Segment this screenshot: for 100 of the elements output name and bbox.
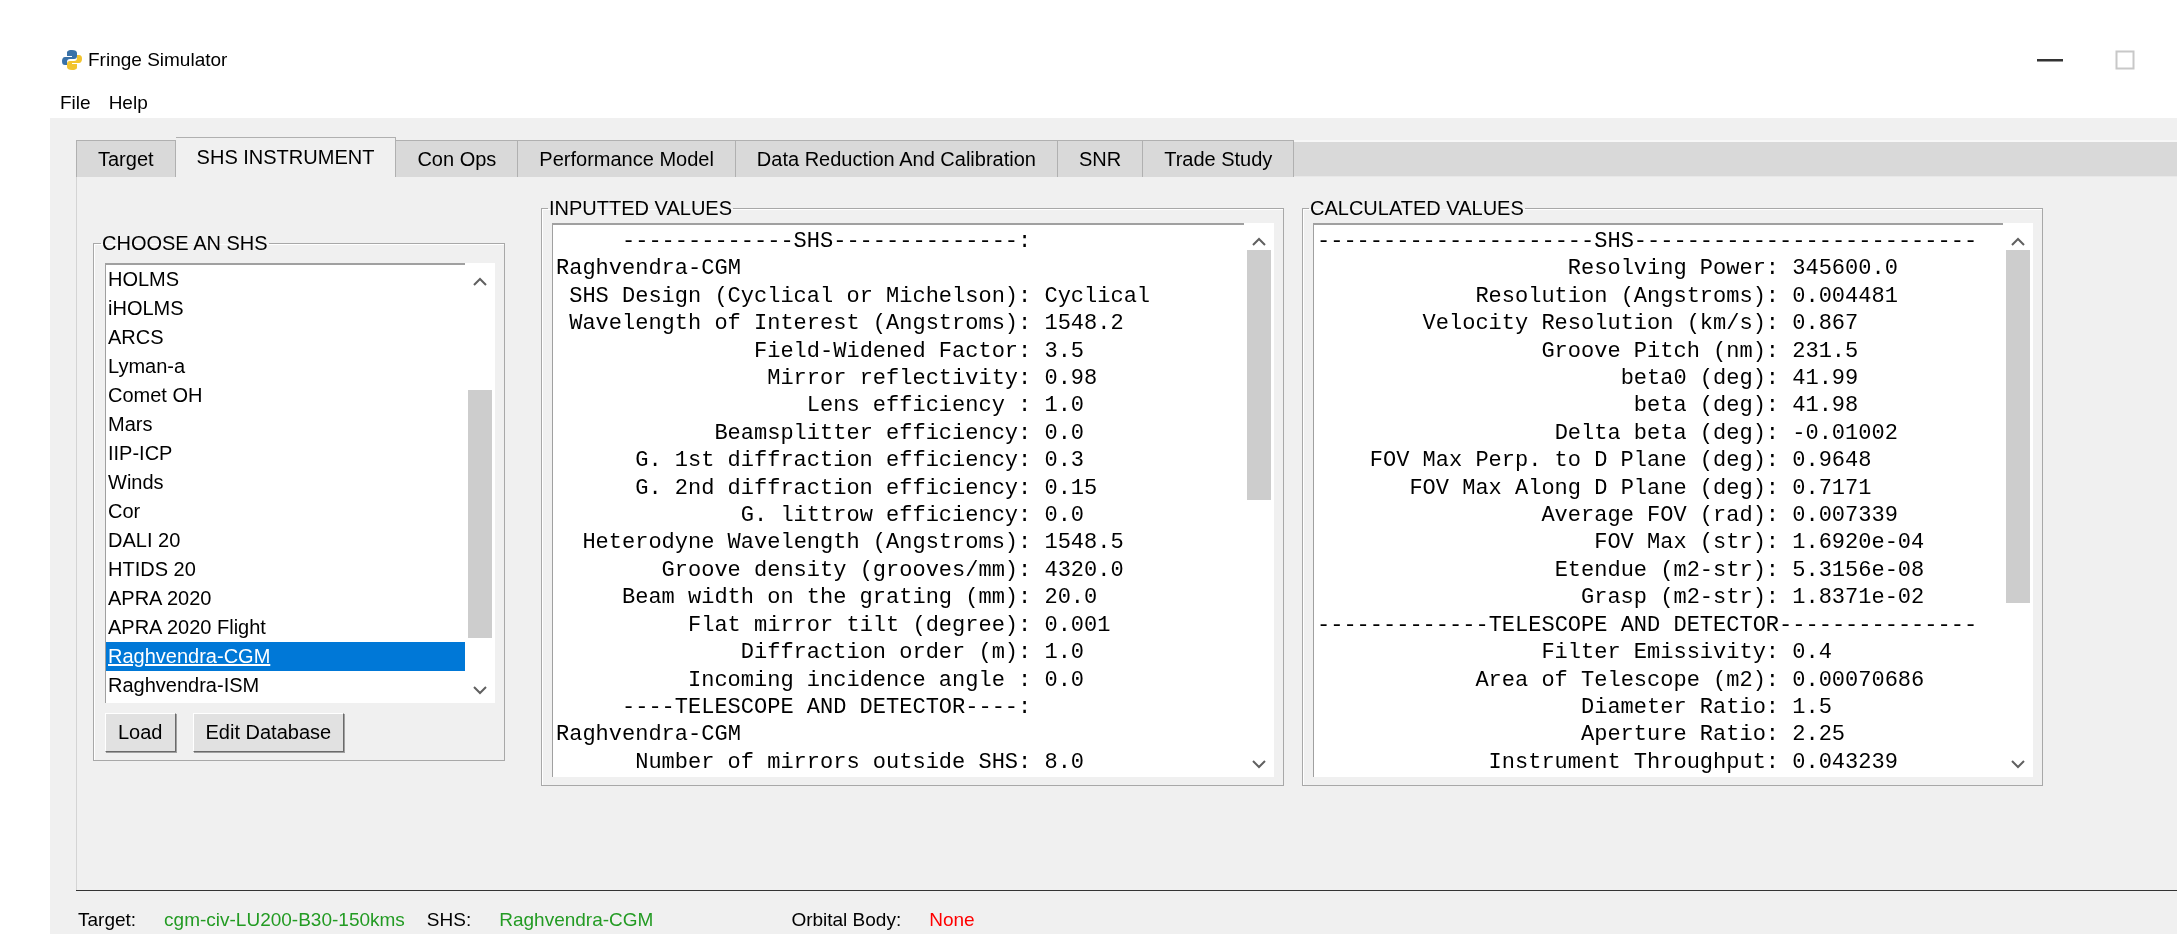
list-item[interactable]: DALI 20 bbox=[106, 526, 465, 555]
list-item[interactable]: Mars bbox=[106, 410, 465, 439]
field-label: SHS Design (Cyclical or Michelson): bbox=[568, 282, 1032, 311]
field-label: beta0 (deg): bbox=[1619, 365, 1780, 393]
instrument-name: Raghvendra-CGM bbox=[556, 721, 742, 749]
scroll-down-icon[interactable] bbox=[473, 686, 487, 695]
scroll-down-icon[interactable] bbox=[1252, 760, 1266, 769]
field-value: 0.4 bbox=[1792, 639, 1833, 667]
list-item[interactable]: ARCS bbox=[106, 323, 465, 352]
field-label: Groove density (grooves/mm): bbox=[660, 556, 1032, 585]
field-value: 0.3 bbox=[1044, 447, 1086, 475]
field-label: G. 2nd diffraction efficiency: bbox=[634, 474, 1032, 503]
field-value: 1.0 bbox=[1044, 392, 1086, 420]
list-item[interactable]: APRA 2020 bbox=[106, 584, 465, 613]
field-label: Groove Pitch (nm): bbox=[1540, 337, 1780, 366]
scrollbar-thumb[interactable] bbox=[1247, 250, 1271, 500]
field-value: 1.5 bbox=[1792, 693, 1833, 722]
field-label: Wavelength of Interest (Angstroms): bbox=[568, 310, 1032, 338]
scroll-down-icon[interactable] bbox=[2011, 760, 2025, 769]
scrollbar[interactable] bbox=[465, 263, 495, 703]
field-label: Grasp (m2-str): bbox=[1580, 584, 1780, 612]
status-value: None bbox=[929, 908, 975, 931]
field-value: 0.007339 bbox=[1792, 502, 1899, 530]
field-label: Heterodyne Wavelength (Angstroms): bbox=[581, 529, 1032, 557]
field-value: 0.98 bbox=[1044, 365, 1099, 393]
action-button[interactable]: Load bbox=[105, 713, 176, 752]
list-item[interactable]: Raghvendra-CGM bbox=[106, 642, 465, 671]
minimize-icon[interactable] bbox=[2037, 57, 2063, 63]
field-value: 0.043239 bbox=[1792, 748, 1899, 777]
section-header: ---------------------SHS-------------------------- bbox=[1317, 228, 1979, 256]
field-label: Resolution (Angstroms): bbox=[1474, 282, 1780, 311]
status-label: Orbital Body: bbox=[791, 908, 902, 931]
list-item[interactable]: HTIDS 20 bbox=[106, 555, 465, 584]
list-item[interactable]: APRA 2020 Flight bbox=[106, 613, 465, 642]
list-item[interactable]: Raghvendra-ISM bbox=[106, 671, 465, 700]
field-label: Instrument Throughput: bbox=[1487, 748, 1780, 777]
field-value: 20.0 bbox=[1044, 584, 1099, 612]
field-value: 1548.5 bbox=[1044, 529, 1125, 557]
field-value: 4320.0 bbox=[1044, 556, 1125, 585]
list-item[interactable]: IIP-ICP bbox=[106, 439, 465, 468]
scroll-up-icon[interactable] bbox=[473, 277, 487, 286]
tab[interactable]: Con Ops bbox=[396, 140, 519, 177]
status-label: Target: bbox=[78, 908, 137, 931]
instrument-name: Raghvendra-CGM bbox=[556, 255, 742, 283]
field-value: 41.99 bbox=[1792, 365, 1860, 393]
shs-listbox[interactable]: HOLMS iHOLMS ARCS Lyman-a Comet OH Mars IIP-ICP Winds Cor DALI 20 HTIDS 20 APRA 2020 APRA 2020 Flight Raghvendra-CGM Raghvendra-ISM bbox=[105, 263, 465, 703]
field-value: 1.0 bbox=[1044, 639, 1086, 667]
field-label: Aperture Ratio: bbox=[1580, 721, 1780, 749]
tab[interactable]: Data Reduction And Calibration bbox=[735, 140, 1058, 177]
field-label: Flat mirror tilt (degree): bbox=[687, 611, 1032, 640]
field-label: Area of Telescope (m2): bbox=[1474, 666, 1780, 694]
scrollbar-thumb[interactable] bbox=[2006, 250, 2030, 603]
scrollbar[interactable] bbox=[2003, 223, 2033, 777]
field-value: 0.00070686 bbox=[1792, 666, 1926, 694]
field-label: Filter Emissivity: bbox=[1540, 639, 1780, 667]
list-item[interactable]: iHOLMS bbox=[106, 294, 465, 323]
field-value: 0.867 bbox=[1792, 310, 1860, 338]
field-label: Number of mirrors outside SHS: bbox=[634, 748, 1032, 777]
field-value: 345600.0 bbox=[1792, 255, 1899, 283]
scrollbar-thumb[interactable] bbox=[468, 390, 492, 638]
tab[interactable]: Performance Model bbox=[518, 140, 736, 177]
scroll-up-icon[interactable] bbox=[1252, 237, 1266, 246]
tab[interactable]: Trade Study bbox=[1143, 140, 1295, 177]
action-button[interactable]: Edit Database bbox=[192, 713, 345, 752]
field-value: 0.15 bbox=[1044, 474, 1099, 503]
field-label: Lens efficiency : bbox=[805, 392, 1032, 420]
field-value: 0.0 bbox=[1044, 419, 1086, 448]
field-value: 8.0 bbox=[1044, 748, 1086, 777]
field-label: G. 1st diffraction efficiency: bbox=[634, 447, 1032, 475]
app-icon bbox=[62, 49, 82, 71]
field-label: Mirror reflectivity: bbox=[766, 365, 1032, 393]
menu-item[interactable]: File bbox=[60, 92, 91, 114]
field-label: Diameter Ratio: bbox=[1580, 693, 1780, 722]
field-value: 1.8371e-02 bbox=[1792, 584, 1926, 612]
field-label: Delta beta (deg): bbox=[1553, 419, 1780, 448]
tab[interactable]: SHS INSTRUMENT bbox=[175, 137, 397, 177]
field-value: 1548.2 bbox=[1044, 310, 1125, 338]
field-value: 3.5 bbox=[1044, 337, 1086, 366]
list-item[interactable]: Comet OH bbox=[106, 381, 465, 410]
field-label: FOV Max Along D Plane (deg): bbox=[1408, 474, 1780, 503]
status-value: cgm-civ-LU200-B30-150kms bbox=[164, 908, 405, 931]
field-value: 0.0 bbox=[1044, 666, 1086, 694]
list-item[interactable]: Cor bbox=[106, 497, 465, 526]
field-label: G. littrow efficiency: bbox=[739, 502, 1032, 530]
field-value: 41.98 bbox=[1792, 392, 1860, 420]
list-item[interactable]: Lyman-a bbox=[106, 352, 465, 381]
field-label: Field-Widened Factor: bbox=[753, 337, 1032, 366]
field-label: Velocity Resolution (km/s): bbox=[1421, 310, 1780, 338]
list-item[interactable]: Winds bbox=[106, 468, 465, 497]
field-value: 231.5 bbox=[1792, 337, 1860, 366]
tab[interactable]: SNR bbox=[1057, 140, 1144, 177]
field-value: 1.6920e-04 bbox=[1792, 529, 1926, 557]
frame-title: CHOOSE AN SHS bbox=[101, 232, 269, 255]
scroll-up-icon[interactable] bbox=[2011, 237, 2025, 246]
list-item[interactable]: HOLMS bbox=[106, 265, 465, 294]
menu-item[interactable]: Help bbox=[108, 92, 148, 114]
scrollbar[interactable] bbox=[1244, 223, 1274, 777]
field-label: FOV Max (str): bbox=[1593, 529, 1780, 557]
tab[interactable]: Target bbox=[76, 140, 176, 177]
field-label: Beam width on the grating (mm): bbox=[621, 584, 1032, 612]
